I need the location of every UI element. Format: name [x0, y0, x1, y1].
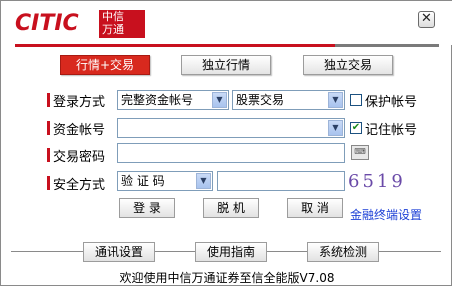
tab-quotes-and-trade[interactable]: 行情+交易	[60, 55, 150, 75]
system-check-button[interactable]: 系统检测	[307, 242, 379, 262]
login-method-value: 完整资金帐号	[121, 93, 194, 107]
chevron-down-icon[interactable]: ▼	[328, 92, 343, 108]
login-method-label: 登录方式	[46, 91, 105, 110]
logo-cn-box: 中信 万通	[99, 10, 145, 38]
login-window: CITIC 中信 万通 ✕ 行情+交易 独立行情 独立交易 登录方式 完整资金帐…	[0, 0, 453, 286]
cancel-button[interactable]: 取 消	[287, 198, 343, 218]
captcha-input[interactable]	[217, 171, 345, 191]
login-type-value: 股票交易	[236, 93, 285, 107]
chevron-down-icon[interactable]: ▼	[328, 120, 343, 136]
logo-cn-line2: 万通	[102, 23, 124, 36]
footer-text: 欢迎使用中信万通证券至信全能版V7.08	[119, 271, 335, 285]
header-red-divider	[15, 44, 335, 47]
captcha-image[interactable]: 6519	[348, 171, 403, 192]
logo-cn-line1: 中信	[102, 10, 124, 23]
security-method-label: 安全方式	[46, 174, 105, 193]
login-button[interactable]: 登 录	[119, 198, 175, 218]
comm-settings-button[interactable]: 通讯设置	[83, 242, 155, 262]
header-grey-divider	[335, 44, 439, 47]
offline-button[interactable]: 脱 机	[203, 198, 259, 218]
protect-account-label: 保护帐号	[365, 95, 418, 110]
chevron-down-icon[interactable]: ▼	[212, 92, 227, 108]
close-button[interactable]: ✕	[418, 11, 435, 28]
guide-button[interactable]: 使用指南	[195, 242, 267, 262]
soft-keyboard-icon[interactable]: ⌨	[351, 145, 369, 160]
protect-account-checkbox[interactable]	[350, 94, 362, 106]
login-type-select[interactable]: 股票交易 ▼	[232, 90, 345, 110]
logo-text: CITIC	[15, 11, 79, 36]
header: CITIC 中信 万通 ✕	[1, 1, 453, 45]
password-input[interactable]	[117, 143, 345, 163]
remember-account-label: 记住帐号	[365, 123, 418, 138]
tab-quotes-only[interactable]: 独立行情	[181, 55, 271, 75]
terminal-settings-link[interactable]: 金融终端设置	[350, 206, 422, 223]
brand-logo: CITIC 中信 万通	[15, 10, 145, 40]
login-method-select[interactable]: 完整资金帐号 ▼	[117, 90, 229, 110]
security-method-select[interactable]: 验 证 码 ▼	[117, 171, 213, 191]
fund-account-label: 资金帐号	[46, 119, 105, 138]
remember-account-checkbox[interactable]: ✔	[350, 122, 362, 134]
password-label: 交易密码	[46, 146, 105, 165]
chevron-down-icon[interactable]: ▼	[196, 173, 211, 189]
tab-trade-only[interactable]: 独立交易	[303, 55, 393, 75]
security-method-value: 验 证 码	[121, 174, 165, 188]
fund-account-input[interactable]: ▼	[117, 118, 345, 138]
